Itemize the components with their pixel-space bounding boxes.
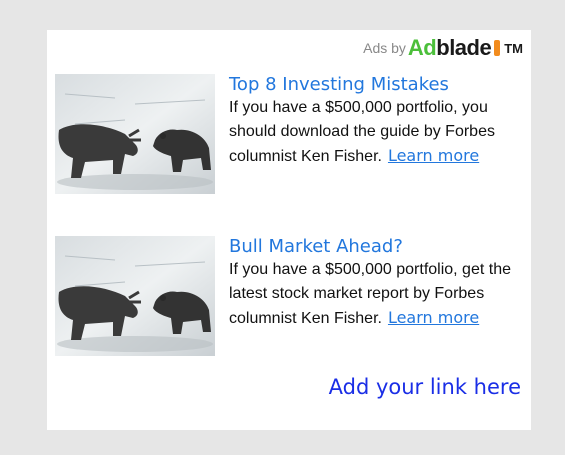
ad-body: If you have a $500,000 portfolio, get th… [229, 258, 529, 331]
ad-frame: Ads by Adblade TM Top 8 Investing Mistak… [8, 8, 557, 447]
learn-more-link[interactable]: Learn more [388, 308, 479, 327]
learn-more-link[interactable]: Learn more [388, 146, 479, 165]
bull-and-bear-image[interactable] [55, 236, 215, 356]
ad-panel: Ads by Adblade TM Top 8 Investing Mistak… [47, 30, 531, 430]
ad-item-1[interactable]: Top 8 Investing Mistakes If you have a $… [55, 68, 525, 218]
ad-item-2[interactable]: Bull Market Ahead? If you have a $500,00… [55, 230, 525, 380]
adblade-logo-dot-icon [494, 40, 501, 56]
ads-by-attribution[interactable]: Ads by Adblade TM [363, 37, 523, 59]
ad-text-2: Bull Market Ahead? If you have a $500,00… [229, 230, 529, 331]
ad-text-1: Top 8 Investing Mistakes If you have a $… [229, 68, 529, 169]
ad-body: If you have a $500,000 portfolio, you sh… [229, 96, 529, 169]
add-your-link-here-link[interactable]: Add your link here [329, 375, 521, 399]
ads-by-label: Ads by [363, 40, 406, 56]
trademark-label: TM [504, 40, 523, 56]
adblade-logo[interactable]: Adblade [408, 37, 492, 59]
ad-title-link[interactable]: Top 8 Investing Mistakes [229, 74, 529, 96]
ad-title-link[interactable]: Bull Market Ahead? [229, 236, 529, 258]
bull-and-bear-image[interactable] [55, 74, 215, 194]
